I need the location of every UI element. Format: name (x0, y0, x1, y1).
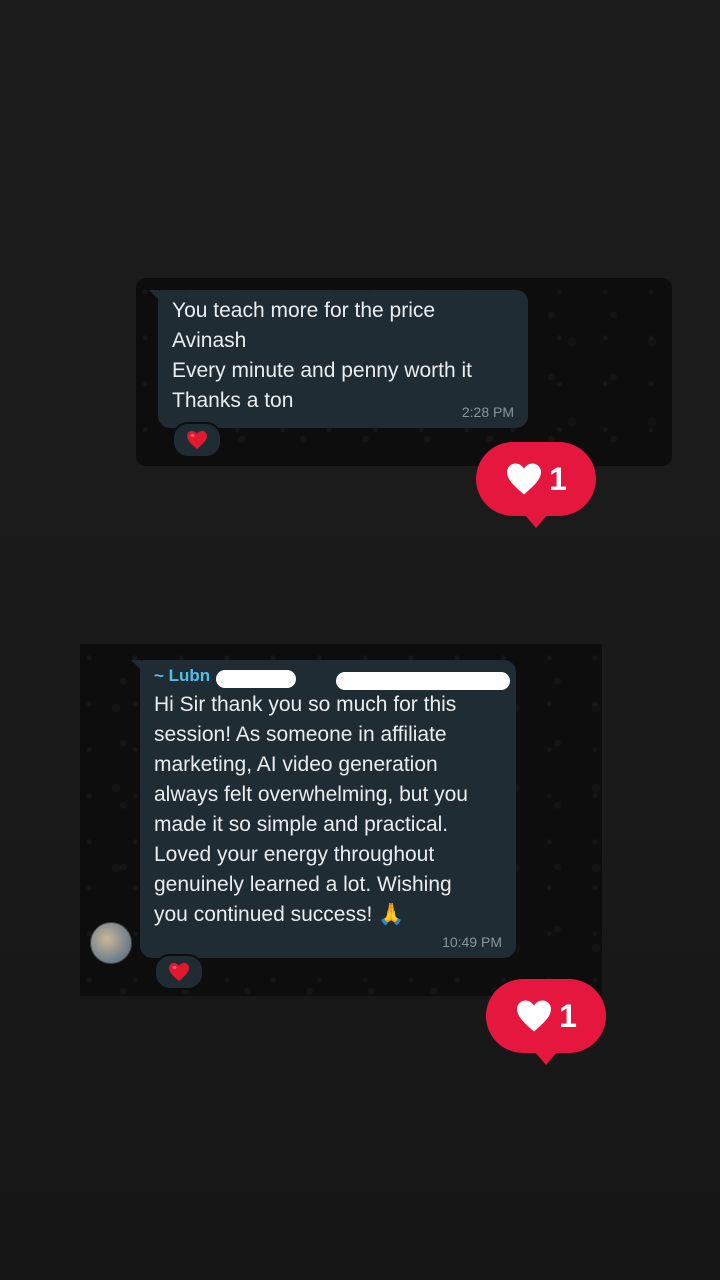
like-count: 1 (559, 997, 577, 1034)
badge-pointer (534, 1051, 558, 1065)
red-heart-emoji-icon (169, 962, 189, 982)
message-text: Hi Sir thank you so much for this sessio… (154, 693, 468, 926)
message-reaction[interactable] (172, 422, 222, 458)
sender-name[interactable]: ~ Lubn (154, 666, 210, 686)
heart-icon (507, 463, 542, 495)
like-badge[interactable]: 1 (486, 979, 606, 1065)
chat-screenshot-2: ~ Lubn Hi Sir thank you so much for this… (80, 644, 602, 996)
like-count: 1 (549, 460, 567, 497)
message-reaction[interactable] (154, 954, 204, 990)
message-text: You teach more for the price Avinash Eve… (172, 299, 472, 412)
avatar[interactable] (90, 922, 132, 964)
message-timestamp: 10:49 PM (442, 934, 502, 950)
redaction-mark (216, 670, 296, 688)
message-bubble[interactable]: ~ Lubn Hi Sir thank you so much for this… (140, 660, 516, 958)
chat-screenshot-1: You teach more for the price Avinash Eve… (136, 278, 672, 466)
message-timestamp: 2:28 PM (461, 404, 514, 420)
heart-icon (517, 1000, 552, 1032)
like-badge[interactable]: 1 (476, 442, 596, 528)
message-bubble[interactable]: You teach more for the price Avinash Eve… (158, 290, 528, 428)
red-heart-emoji-icon (187, 430, 207, 450)
badge-pointer (524, 514, 548, 528)
redaction-mark (336, 672, 510, 690)
